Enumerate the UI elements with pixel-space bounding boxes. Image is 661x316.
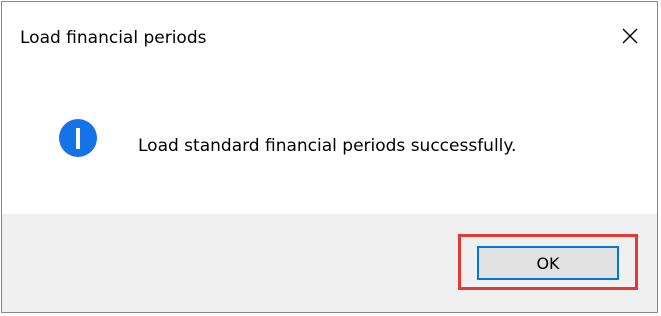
button-bar: OK	[2, 214, 657, 312]
dialog-message: Load standard financial periods successf…	[138, 136, 517, 156]
title-bar: Load financial periods	[2, 2, 657, 62]
close-icon	[622, 28, 638, 44]
info-icon	[59, 119, 97, 157]
dialog-title: Load financial periods	[20, 28, 207, 48]
ok-button[interactable]: OK	[477, 246, 619, 280]
message-dialog: Load financial periods Load standard fin…	[1, 1, 658, 313]
dialog-content: Load standard financial periods successf…	[2, 62, 657, 214]
close-button[interactable]	[603, 16, 657, 56]
